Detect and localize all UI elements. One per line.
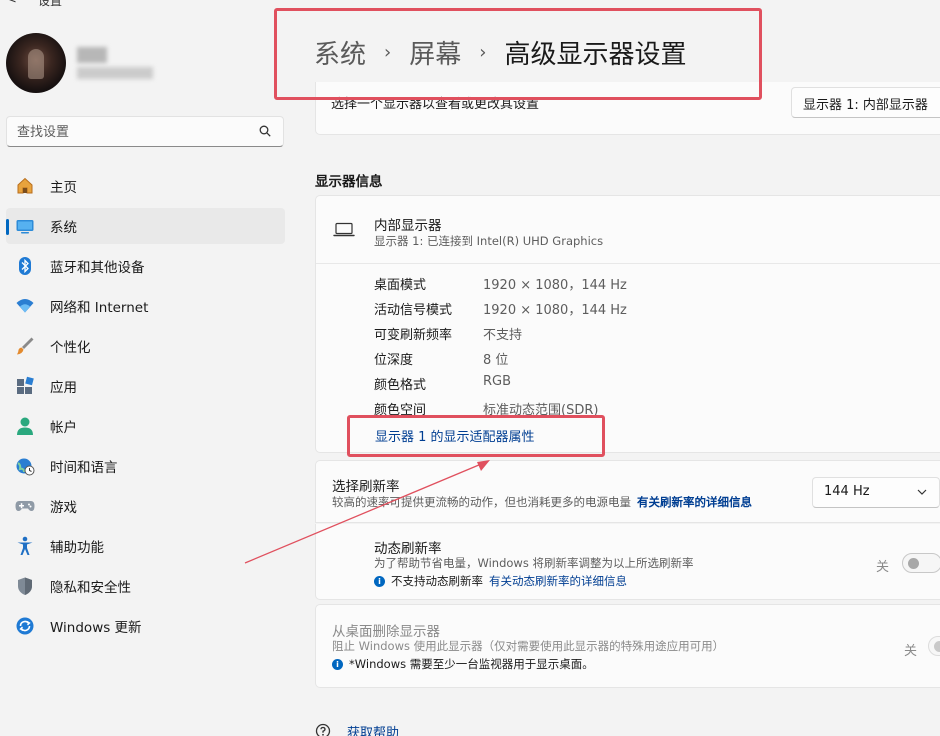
user-name-redacted	[77, 47, 107, 63]
annotation-arrow	[244, 460, 490, 564]
apps-icon	[15, 376, 35, 396]
spec-value: RGB	[483, 374, 512, 389]
dynamic-refresh-note-text: 不支持动态刷新率	[391, 574, 483, 588]
sidebar-item-label: 游戏	[50, 500, 77, 516]
dynamic-refresh-note: i 不支持动态刷新率 有关动态刷新率的详细信息	[374, 573, 627, 589]
sidebar-item-personalization[interactable]: 个性化	[6, 328, 285, 364]
sidebar-item-windows-update[interactable]: Windows 更新	[6, 608, 285, 644]
sidebar-item-apps[interactable]: 应用	[6, 368, 285, 404]
sidebar-item-label: 主页	[50, 180, 77, 196]
monitor-dropdown[interactable]: 显示器 1: 内部显示器	[791, 87, 940, 118]
bluetooth-icon	[15, 256, 35, 276]
sidebar-item-label: 隐私和安全性	[50, 580, 131, 596]
spec-row: 活动信号模式 1920 × 1080，144 Hz	[374, 299, 627, 319]
refresh-rate-info-link[interactable]: 有关刷新率的详细信息	[637, 495, 752, 509]
update-icon	[15, 616, 35, 636]
refresh-rate-value: 144 Hz	[824, 484, 870, 499]
get-help-link[interactable]: 获取帮助	[347, 722, 399, 736]
search-input[interactable]	[17, 123, 247, 141]
toggle-label: 关	[904, 644, 918, 659]
sidebar-item-label: 应用	[50, 380, 77, 396]
spec-value: 1920 × 1080，144 Hz	[483, 278, 627, 293]
spec-value: 不支持	[483, 328, 523, 343]
gamepad-icon	[15, 496, 35, 516]
wifi-icon	[15, 296, 35, 316]
globe-clock-icon	[15, 456, 35, 476]
info-icon: i	[332, 658, 343, 670]
refresh-rate-dropdown[interactable]: 144 Hz	[812, 477, 940, 508]
home-icon	[15, 176, 35, 196]
dynamic-refresh-toggle[interactable]	[902, 553, 940, 573]
laptop-icon	[333, 222, 355, 237]
help-icon	[315, 723, 331, 736]
spec-value: 1920 × 1080，144 Hz	[483, 303, 627, 318]
section-title: 显示器信息	[315, 174, 383, 190]
user-email-redacted	[77, 67, 153, 79]
dynamic-refresh-info-link[interactable]: 有关动态刷新率的详细信息	[489, 573, 627, 589]
display-icon	[15, 216, 35, 236]
sidebar-item-label: 系统	[50, 220, 77, 236]
remove-display-desc: 阻止 Windows 使用此显示器（仅对需要使用此显示器的特殊用途应用可用）	[332, 639, 725, 653]
spec-row: 位深度 8 位	[374, 349, 508, 369]
remove-display-note-text: *Windows 需要至少一台监视器用于显示桌面。	[349, 657, 594, 671]
shield-icon	[15, 576, 35, 596]
spec-row: 可变刷新频率 不支持	[374, 324, 522, 344]
search-box[interactable]	[6, 116, 284, 147]
sidebar-item-bluetooth[interactable]: 蓝牙和其他设备	[6, 248, 285, 284]
spec-row: 颜色格式 RGB	[374, 374, 511, 394]
search-icon	[259, 125, 271, 137]
spec-label: 活动信号模式	[374, 303, 453, 318]
sidebar-item-privacy[interactable]: 隐私和安全性	[6, 568, 285, 604]
sidebar-item-network[interactable]: 网络和 Internet	[6, 288, 285, 324]
sidebar-item-system[interactable]: 系统	[6, 208, 285, 244]
sidebar-item-accounts[interactable]: 帐户	[6, 408, 285, 444]
spec-label: 位深度	[374, 353, 414, 368]
window-title: 设置	[38, 0, 63, 8]
spec-label: 桌面模式	[374, 278, 427, 293]
sidebar-item-label: 时间和语言	[50, 460, 118, 476]
toggle-knob	[908, 558, 919, 569]
remove-display-note: i *Windows 需要至少一台监视器用于显示桌面。	[332, 656, 594, 672]
spec-label: 颜色格式	[374, 378, 427, 393]
account-icon	[15, 416, 35, 436]
sidebar-nav: 主页 系统 蓝牙和其他设备 网络和 Internet 个性化 应用 帐户 时间和…	[6, 168, 285, 648]
display-connection: 显示器 1: 已连接到 Intel(R) UHD Graphics	[374, 234, 604, 248]
remove-display-title: 从桌面删除显示器	[332, 624, 440, 640]
brush-icon	[15, 336, 35, 356]
toggle-label: 关	[876, 560, 890, 575]
accessibility-icon	[15, 536, 35, 556]
avatar[interactable]	[6, 33, 66, 93]
toggle-knob	[934, 641, 940, 652]
divider	[316, 263, 940, 264]
display-name: 内部显示器	[374, 218, 442, 234]
chevron-down-icon	[917, 489, 927, 495]
sidebar-item-label: 帐户	[50, 420, 77, 436]
sidebar-item-label: 个性化	[50, 340, 91, 356]
sidebar-item-label: 网络和 Internet	[50, 300, 149, 316]
annotation-highlight-breadcrumb	[274, 8, 762, 100]
spec-row: 桌面模式 1920 × 1080，144 Hz	[374, 274, 627, 294]
sidebar-item-label: 蓝牙和其他设备	[50, 260, 145, 276]
sidebar-item-home[interactable]: 主页	[6, 168, 285, 204]
spec-value: 8 位	[483, 353, 509, 368]
back-button[interactable]: <	[6, 0, 17, 7]
sidebar-item-label: Windows 更新	[50, 620, 142, 636]
spec-label: 可变刷新频率	[374, 328, 453, 343]
sidebar-item-label: 辅助功能	[50, 540, 104, 556]
info-icon: i	[374, 575, 385, 587]
